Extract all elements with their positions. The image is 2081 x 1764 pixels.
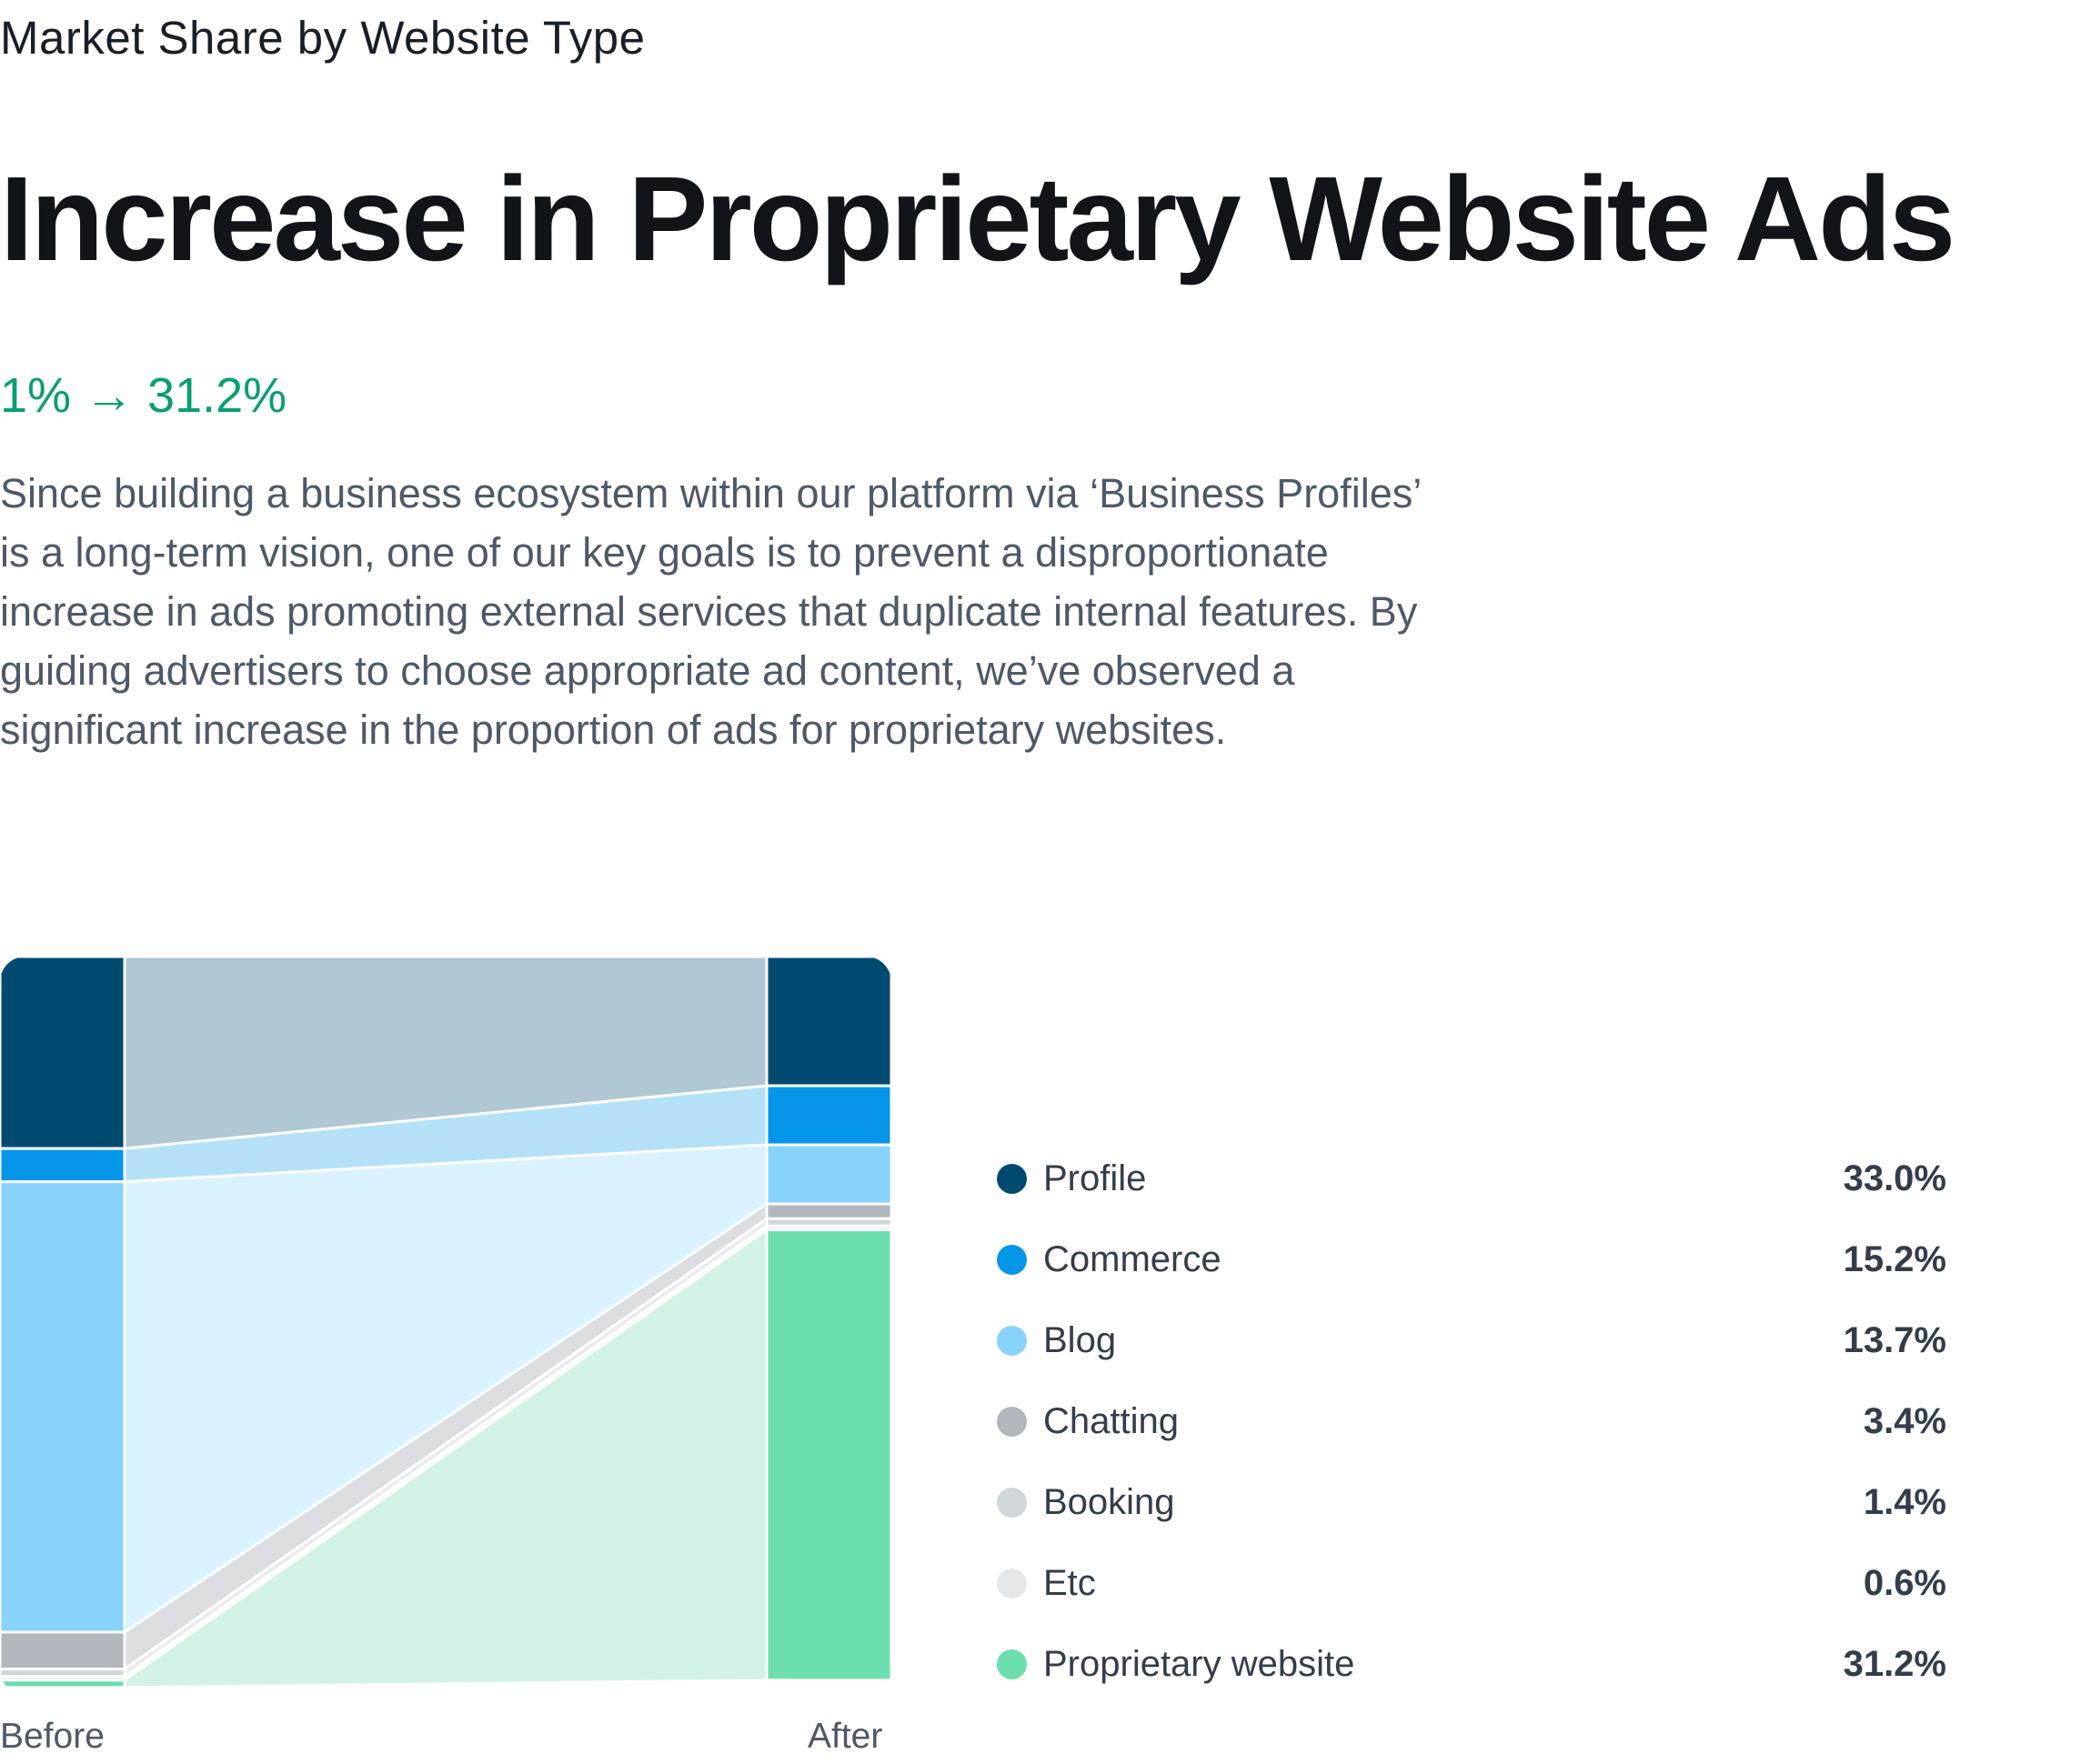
legend-swatch [997,1164,1027,1194]
legend-swatch [997,1326,1027,1356]
legend-value: 13.7% [1843,1320,1946,1360]
legend-value: 33.0% [1843,1158,1946,1198]
legend-swatch [997,1407,1027,1437]
bar-after-commerce [765,1084,891,1147]
legend-item-etc: Etc 0.6% [997,1543,1946,1624]
legend-swatch [997,1488,1027,1518]
market-share-chart [0,957,891,1689]
bar-before-blog [0,1180,126,1634]
legend-value: 31.2% [1843,1644,1946,1684]
legend-label: Proprietary website [1043,1644,1355,1684]
chart-eyebrow: Market Share by Website Type [0,12,646,64]
legend-item-blog: Blog 13.7% [997,1300,1946,1381]
legend-label: Commerce [1043,1239,1221,1279]
bar-after-proprietary-website [765,1228,891,1682]
description: Since building a business ecosystem with… [0,470,1421,753]
legend-swatch [997,1245,1027,1275]
bar-after-blog [765,1143,891,1206]
legend-item-commerce: Commerce 15.2% [997,1219,1946,1300]
bar-after-chatting [765,1202,891,1220]
legend-item-chatting: Chatting 3.4% [997,1381,1946,1462]
bar-before-proprietary-website [0,1679,126,1689]
legend-value: 0.6% [1863,1563,1946,1603]
legend-label: Etc [1043,1563,1096,1603]
bar-before-profile [0,957,126,1150]
x-tick-before: Before [0,1717,105,1756]
legend-label: Profile [1043,1158,1147,1198]
bar-after-profile [765,957,891,1087]
legend-value: 3.4% [1863,1401,1946,1441]
x-tick-after: After [808,1717,883,1756]
legend-item-proprietary-website: Proprietary website 31.2% [997,1624,1946,1705]
legend-swatch [997,1569,1027,1599]
legend-label: Booking [1043,1482,1175,1522]
legend-value: 15.2% [1843,1239,1946,1279]
legend-item-profile: Profile 33.0% [997,1138,1946,1219]
change-stat: 1% → 31.2% [0,368,287,423]
page-title: Increase in Proprietary Website Ads [0,152,1955,286]
bar-before-commerce [0,1147,126,1184]
legend-label: Blog [1043,1320,1117,1360]
chart-legend: Profile 33.0% Commerce 15.2% Blog 13.7% Chatti… [997,1138,1946,1705]
legend-value: 1.4% [1863,1482,1946,1522]
legend-swatch [997,1649,1027,1679]
bar-before-chatting [0,1630,126,1671]
legend-label: Chatting [1043,1401,1179,1441]
legend-item-booking: Booking 1.4% [997,1462,1946,1543]
